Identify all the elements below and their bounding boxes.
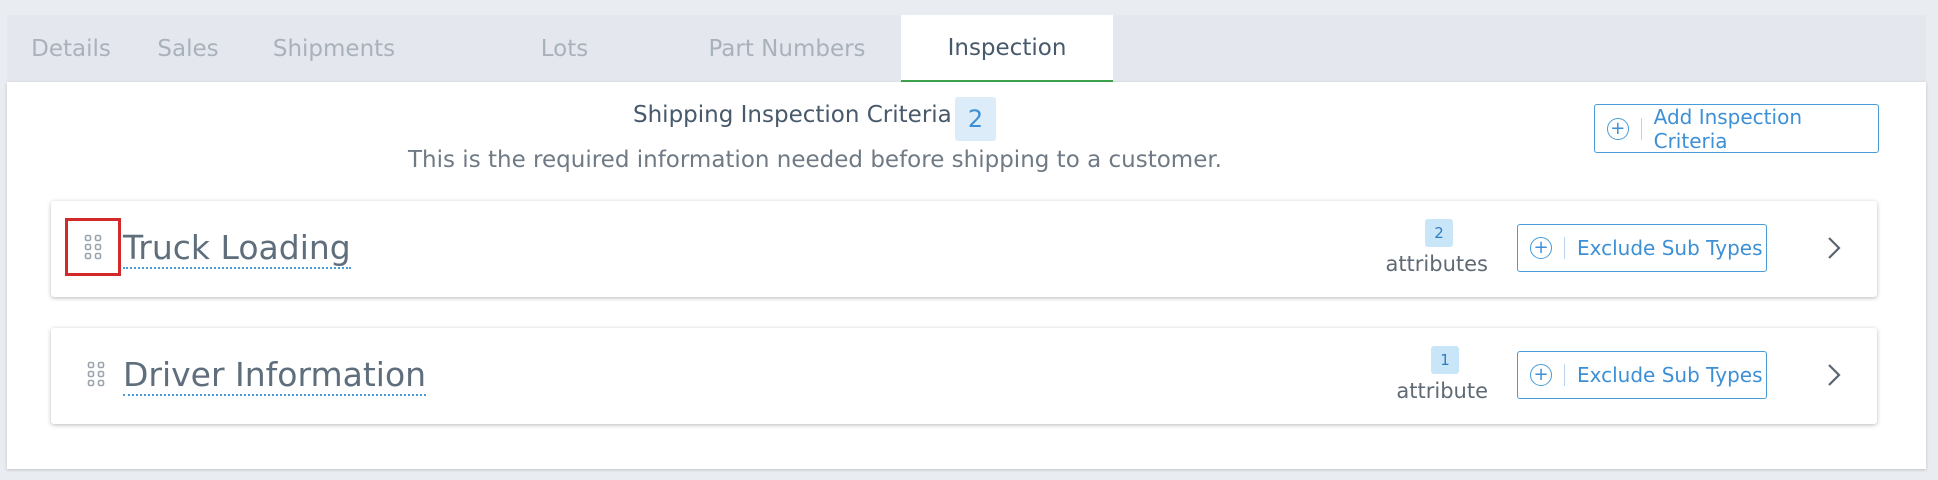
add-inspection-criteria-label: Add Inspection Criteria [1653,104,1802,153]
chevron-right-icon[interactable] [1819,361,1847,389]
tab-lots[interactable]: Lots [517,15,612,82]
attribute-count-badge: 1 [1431,346,1459,374]
plus-circle-icon: + [1530,364,1552,386]
tab-details[interactable]: Details [7,15,135,82]
plus-circle-icon: + [1530,237,1552,259]
criteria-card-driver-information: Driver Information 1 attribute + Exclude… [51,328,1877,424]
exclude-sub-types-button[interactable]: + Exclude Sub Types [1517,224,1767,272]
page-description: This is the required information needed … [408,147,1222,173]
tab-bar: Details Sales Shipments Lots Part Number… [7,15,1926,82]
drag-handle-icon[interactable] [81,356,111,392]
criteria-card-truck-loading: Truck Loading 2 attributes + Exclude Sub… [51,201,1877,297]
tab-sales[interactable]: Sales [135,15,241,82]
tab-inspection[interactable]: Inspection [901,15,1113,82]
drag-handle-icon[interactable] [65,218,121,276]
attribute-label: attributes [1385,252,1488,276]
criteria-title[interactable]: Driver Information [123,356,427,396]
criteria-title[interactable]: Truck Loading [123,229,351,269]
exclude-sub-types-label: Exclude Sub Types [1577,363,1763,387]
add-inspection-criteria-button[interactable]: + Add Inspection Criteria [1594,104,1879,153]
exclude-sub-types-label: Exclude Sub Types [1577,236,1763,260]
exclude-sub-types-button[interactable]: + Exclude Sub Types [1517,351,1767,399]
attribute-count-badge: 2 [1425,219,1453,247]
button-divider [1564,237,1565,259]
attribute-label: attribute [1396,379,1488,403]
chevron-right-icon[interactable] [1819,234,1847,262]
tab-shipments[interactable]: Shipments [241,15,427,82]
button-divider [1564,364,1565,386]
tab-part-numbers[interactable]: Part Numbers [667,15,907,82]
page-title: Shipping Inspection Criteria [633,102,952,128]
criteria-count-badge: 2 [955,97,996,141]
plus-circle-icon: + [1607,117,1629,140]
button-divider [1640,117,1642,140]
